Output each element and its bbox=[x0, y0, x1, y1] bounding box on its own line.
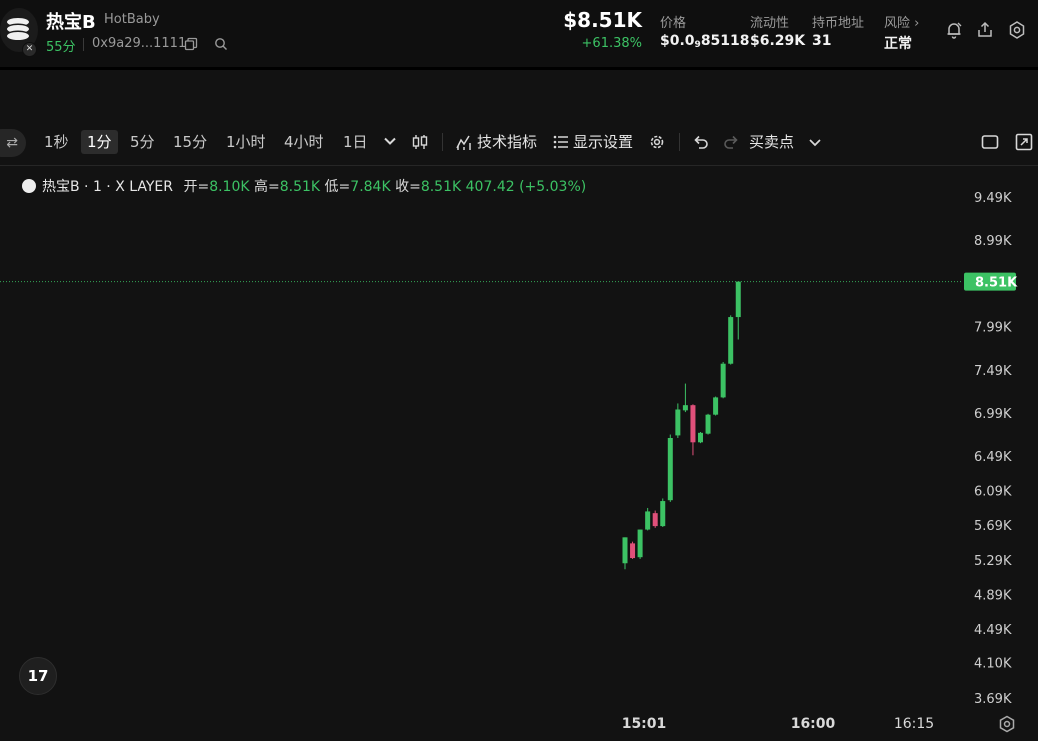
candle-body bbox=[622, 537, 628, 564]
candle-body bbox=[660, 501, 666, 527]
y-tick-label: 3.69K bbox=[974, 692, 1012, 707]
legend-change: 407.42 (+5.03%) bbox=[465, 179, 587, 195]
candle-body bbox=[735, 281, 741, 318]
risk-label[interactable]: 风险 › bbox=[884, 12, 919, 31]
chevron-right-icon: › bbox=[914, 16, 920, 31]
y-tick-label: 4.10K bbox=[974, 657, 1012, 672]
trade-points-button[interactable]: 买卖点 bbox=[749, 130, 794, 154]
tradingview-logo[interactable]: 17 bbox=[19, 657, 57, 695]
bell-icon[interactable] bbox=[944, 20, 964, 40]
y-tick-label: 4.49K bbox=[974, 623, 1012, 638]
candle-body bbox=[713, 397, 719, 415]
ohlc-legend: 热宝B · 1 · X LAYER 开=8.10K 高=8.51K 低=7.84… bbox=[22, 176, 586, 196]
token-header: ✕ 热宝B HotBaby 55分 0x9a29...1111 $8.51K +… bbox=[0, 0, 1038, 68]
candle-body bbox=[645, 511, 651, 530]
token-logo: ✕ bbox=[0, 8, 38, 57]
contract-address[interactable]: 0x9a29...1111 bbox=[92, 36, 186, 51]
y-tick-label: 8.99K bbox=[974, 234, 1012, 249]
price-change: +61.38% bbox=[581, 36, 642, 51]
chart-settings-icon[interactable] bbox=[997, 714, 1017, 734]
undo-icon[interactable] bbox=[691, 132, 711, 152]
window-icon[interactable] bbox=[980, 132, 1000, 152]
close-value: 8.51K bbox=[420, 179, 462, 195]
redo-icon[interactable] bbox=[721, 132, 741, 152]
timeframe-5m[interactable]: 5分 bbox=[124, 130, 161, 154]
price-value: $0.0985118 bbox=[660, 33, 750, 50]
candle-body bbox=[682, 405, 688, 411]
x-tick-label: 15:01 bbox=[622, 716, 667, 732]
chain-badge-icon: ✕ bbox=[22, 42, 37, 57]
open-label: 开= bbox=[183, 179, 210, 195]
low-label: 低= bbox=[324, 179, 351, 195]
candle-body bbox=[667, 437, 673, 501]
blank-band bbox=[0, 70, 1038, 118]
y-tick-label: 7.49K bbox=[974, 364, 1012, 379]
x-tick-label: 16:00 bbox=[791, 716, 836, 732]
low-value: 7.84K bbox=[350, 179, 391, 195]
chart-symbol: 热宝B · 1 · X LAYER bbox=[42, 179, 173, 195]
current-price-label: 8.51K bbox=[975, 276, 1018, 291]
share-icon[interactable] bbox=[975, 20, 995, 40]
divider bbox=[679, 133, 680, 151]
current-price: $8.51K bbox=[563, 8, 642, 32]
chevron-down-icon[interactable] bbox=[380, 131, 400, 151]
chart-toolbar: ⇄ 1秒 1分 5分 15分 1小时 4小时 1日 技术指标 显示设置 买卖点 bbox=[0, 118, 1038, 166]
y-tick-label: 5.69K bbox=[974, 519, 1012, 534]
timeframe-1d[interactable]: 1日 bbox=[337, 130, 374, 154]
candle-body bbox=[698, 432, 703, 443]
candle-body bbox=[720, 363, 726, 398]
timeframe-15m[interactable]: 15分 bbox=[167, 130, 213, 154]
candlestick-type-icon[interactable] bbox=[410, 132, 430, 152]
holders-value: 31 bbox=[812, 33, 832, 49]
timeframe-1s[interactable]: 1秒 bbox=[38, 130, 75, 154]
token-age: 55分 bbox=[46, 40, 76, 55]
open-value: 8.10K bbox=[209, 179, 250, 195]
display-settings-button[interactable]: 显示设置 bbox=[573, 130, 633, 154]
timeframe-1h[interactable]: 1小时 bbox=[220, 130, 272, 154]
candle-body bbox=[637, 529, 643, 558]
candlestick-chart[interactable]: 9.49K 8.99K 7.99K 7.49K 6.99K 6.49K 6.09K 5.69K… bbox=[0, 166, 1038, 741]
liquidity-label: 流动性 bbox=[750, 16, 790, 31]
y-tick-label: 9.49K bbox=[974, 191, 1012, 206]
y-tick-label: 6.99K bbox=[974, 407, 1012, 422]
candle-body bbox=[675, 409, 681, 436]
candle-body bbox=[690, 405, 696, 443]
settings-icon[interactable] bbox=[1007, 20, 1027, 40]
divider bbox=[83, 38, 84, 51]
timeframe-4h[interactable]: 4小时 bbox=[278, 130, 330, 154]
swap-arrows-icon[interactable]: ⇄ bbox=[0, 129, 26, 157]
candle-body bbox=[630, 543, 636, 559]
liquidity-value: $6.29K bbox=[750, 33, 806, 49]
candle-body bbox=[652, 513, 658, 527]
candle-body bbox=[728, 317, 734, 364]
search-icon[interactable] bbox=[214, 37, 228, 51]
high-label: 高= bbox=[254, 179, 280, 195]
token-symbol: HotBaby bbox=[104, 12, 160, 27]
close-label: 收= bbox=[395, 179, 421, 195]
chevron-down-icon[interactable] bbox=[805, 132, 825, 152]
holders-label: 持币地址 bbox=[812, 16, 865, 31]
price-label: 价格 bbox=[660, 16, 687, 31]
fullscreen-icon[interactable] bbox=[1014, 132, 1034, 152]
token-logo-small bbox=[22, 179, 36, 193]
y-tick-label: 6.49K bbox=[974, 450, 1012, 465]
candle-body bbox=[705, 414, 711, 434]
y-tick-label: 5.29K bbox=[974, 554, 1012, 569]
risk-value: 正常 bbox=[884, 36, 912, 52]
timeframe-1m[interactable]: 1分 bbox=[81, 130, 118, 154]
gear-icon[interactable] bbox=[647, 132, 667, 152]
display-settings-icon[interactable] bbox=[551, 132, 571, 152]
token-name: 热宝B bbox=[46, 12, 96, 33]
x-tick-label: 16:15 bbox=[894, 716, 934, 732]
y-tick-label: 4.89K bbox=[974, 588, 1012, 603]
indicators-icon[interactable] bbox=[455, 132, 475, 152]
divider bbox=[442, 133, 443, 151]
price-chart[interactable]: 9.49K 8.99K 7.99K 7.49K 6.99K 6.49K 6.09K 5.69K… bbox=[0, 166, 1038, 741]
high-value: 8.51K bbox=[279, 179, 321, 195]
indicators-button[interactable]: 技术指标 bbox=[477, 130, 537, 154]
copy-icon[interactable] bbox=[184, 37, 198, 51]
y-tick-label: 6.09K bbox=[974, 485, 1012, 500]
y-tick-label: 7.99K bbox=[974, 321, 1012, 336]
